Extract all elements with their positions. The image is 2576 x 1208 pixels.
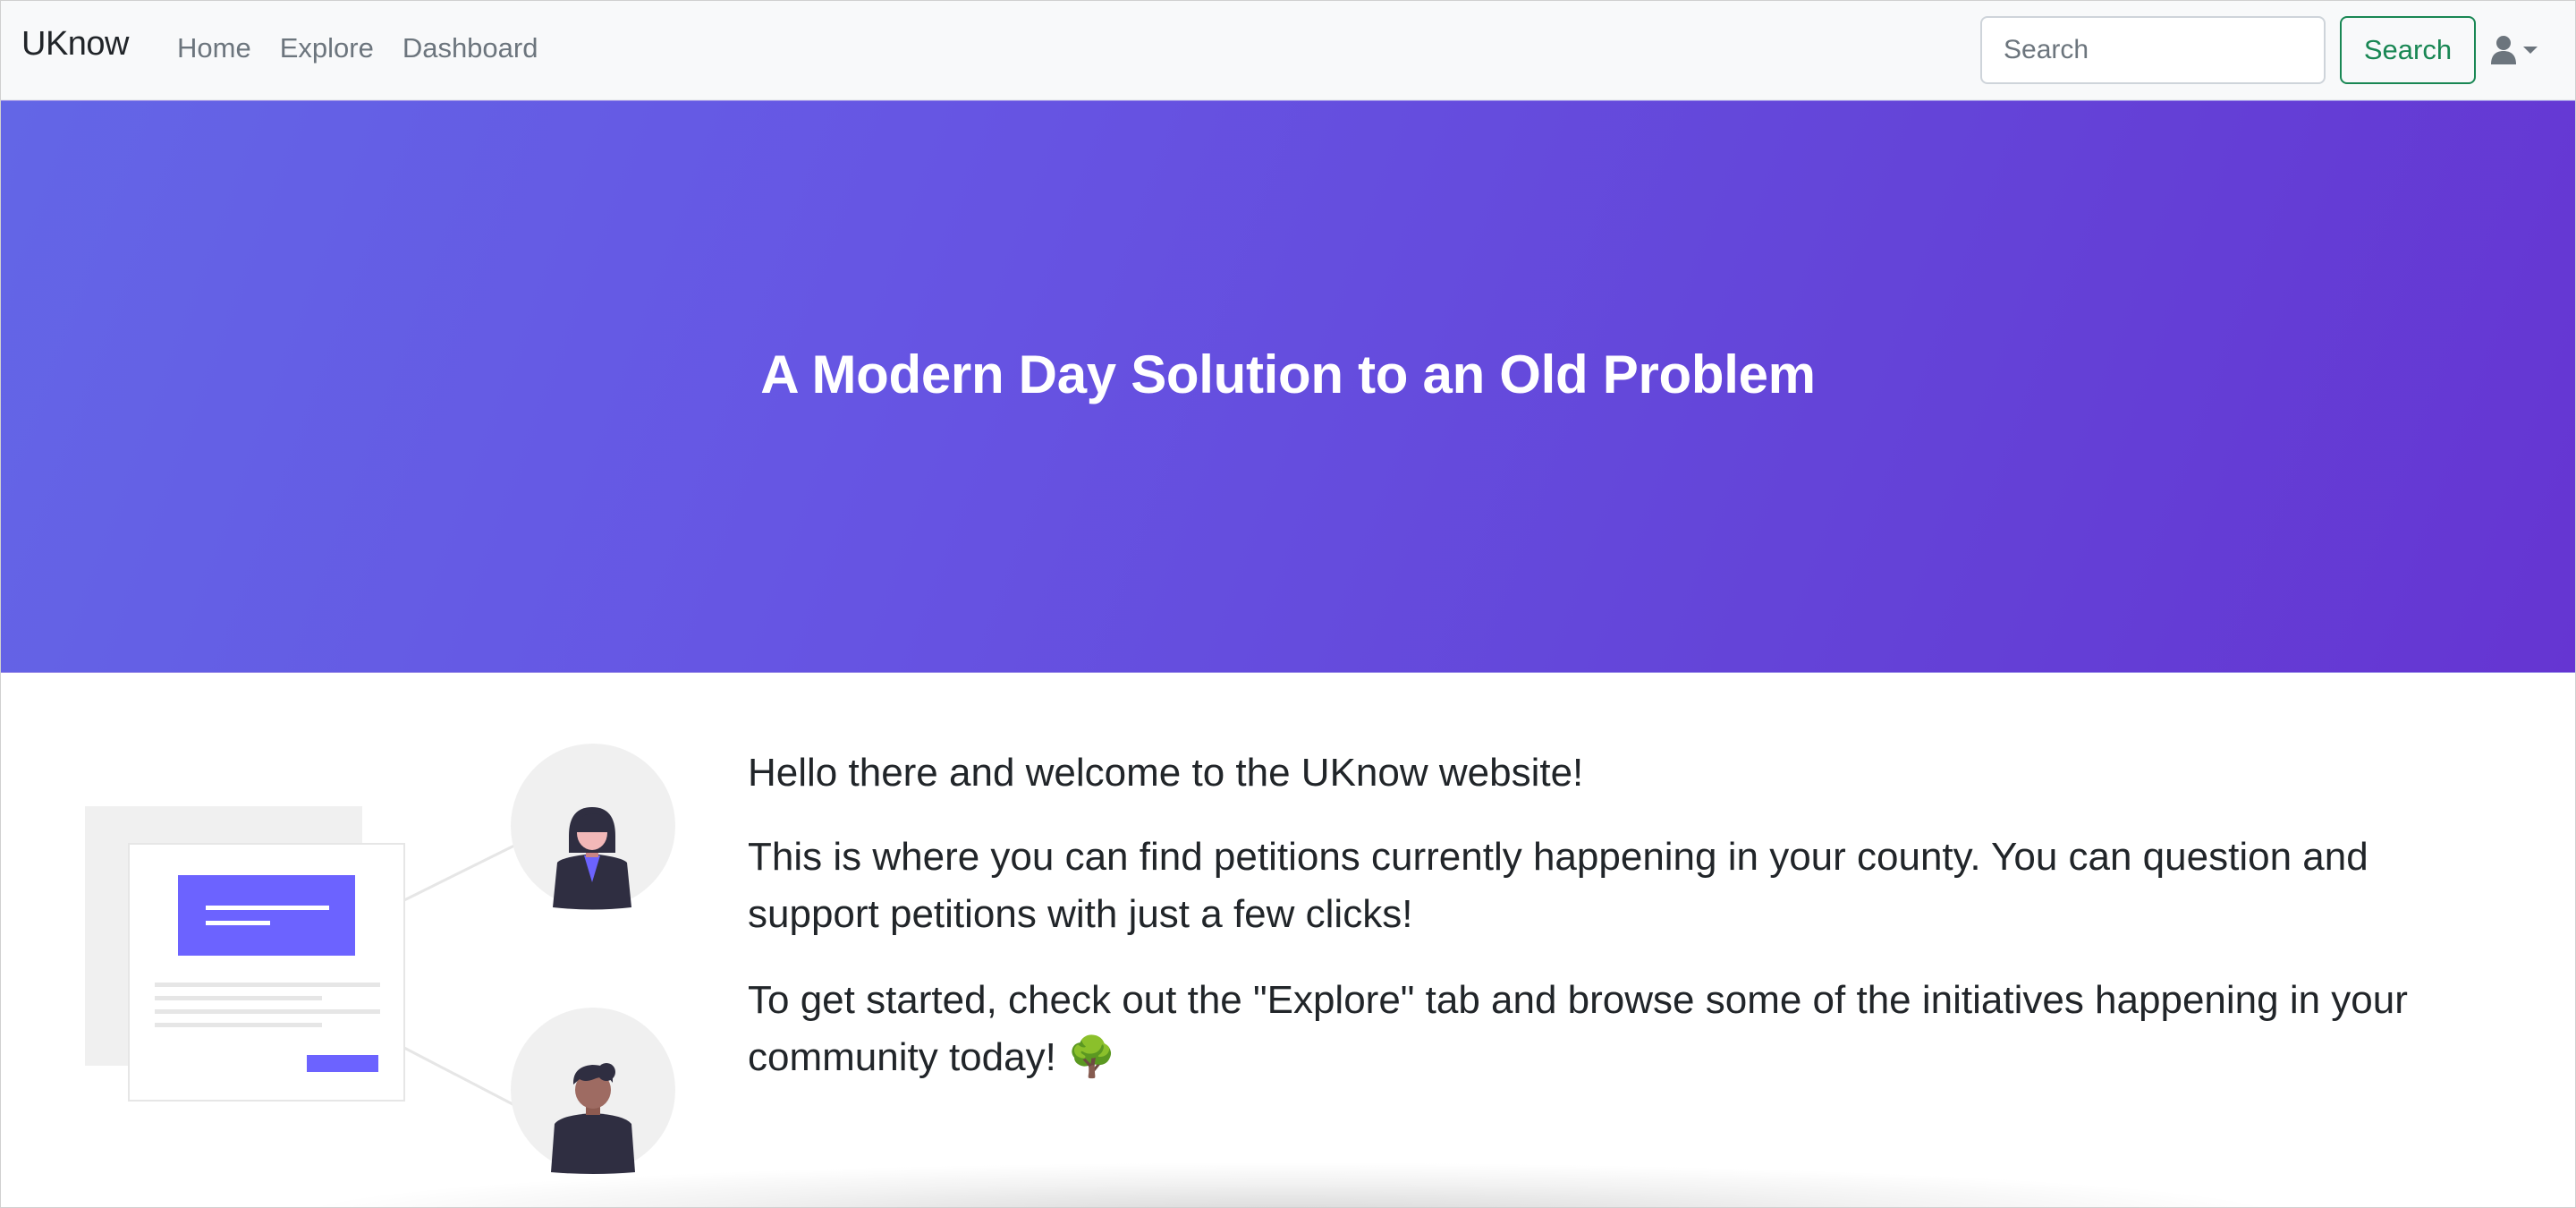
hero-title: A Modern Day Solution to an Old Problem [760,344,1816,404]
caret-down-icon [2523,47,2538,54]
nav-link-explore[interactable]: Explore [280,32,374,64]
search-input[interactable] [1980,16,2326,84]
welcome-instructions: To get started, check out the "Explore" … [748,978,2408,1079]
welcome-description: This is where you can find petitions cur… [748,835,2368,936]
petition-illustration-graphic [85,744,675,1174]
petition-illustration [80,739,689,1178]
user-menu-dropdown[interactable] [2490,32,2544,68]
welcome-greeting: Hello there and welcome to the UKnow web… [748,751,1584,795]
welcome-text: Hello there and welcome to the UKnow web… [748,744,2447,1115]
navbar: UKnow Home Explore Dashboard Search [0,0,2576,100]
hero-banner: A Modern Day Solution to an Old Problem [0,100,2576,673]
user-icon [2491,36,2516,64]
section-shadow [304,1163,2272,1208]
search-button[interactable]: Search [2340,16,2476,84]
brand-logo[interactable]: UKnow [21,25,130,64]
nav-links: Home Explore Dashboard [177,32,538,64]
nav-link-home[interactable]: Home [177,32,251,64]
nav-link-dashboard[interactable]: Dashboard [402,32,538,64]
